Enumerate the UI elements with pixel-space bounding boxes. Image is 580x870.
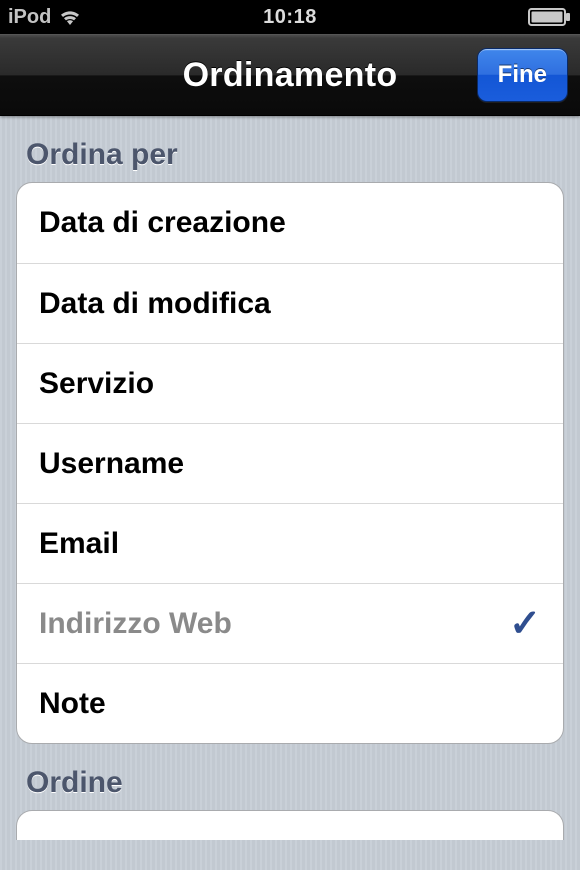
status-left: iPod bbox=[8, 6, 82, 29]
content-scroll[interactable]: Ordina per Data di creazione ✓ Data di m… bbox=[0, 116, 580, 870]
option-label: Note bbox=[39, 687, 106, 721]
screen: iPod 10:18 Ordinamento Fin bbox=[0, 0, 580, 870]
option-label: Data di creazione bbox=[39, 206, 286, 240]
wifi-icon bbox=[58, 8, 82, 26]
option-label: Servizio bbox=[39, 367, 154, 401]
option-label: Data di modifica bbox=[39, 287, 271, 321]
sort-option-service[interactable]: Servizio ✓ bbox=[17, 343, 563, 423]
option-label: Indirizzo Web bbox=[39, 607, 232, 641]
sort-option-notes[interactable]: Note ✓ bbox=[17, 663, 563, 743]
checkmark-icon: ✓ bbox=[509, 605, 541, 643]
status-time: 10:18 bbox=[0, 6, 580, 29]
sort-options-group: Data di creazione ✓ Data di modifica ✓ S… bbox=[16, 182, 564, 744]
done-button-label: Fine bbox=[498, 61, 547, 89]
battery-icon bbox=[528, 8, 572, 26]
status-bar: iPod 10:18 bbox=[0, 0, 580, 34]
option-label: Email bbox=[39, 527, 119, 561]
nav-bar: Ordinamento Fine bbox=[0, 34, 580, 116]
sort-option-weburl[interactable]: Indirizzo Web ✓ bbox=[17, 583, 563, 663]
section-header-sort-by: Ordina per bbox=[16, 116, 564, 182]
carrier-label: iPod bbox=[8, 6, 51, 29]
sort-option-username[interactable]: Username ✓ bbox=[17, 423, 563, 503]
sort-option-modified[interactable]: Data di modifica ✓ bbox=[17, 263, 563, 343]
option-label: Username bbox=[39, 447, 184, 481]
nav-title: Ordinamento bbox=[183, 56, 398, 95]
status-right bbox=[528, 8, 572, 26]
done-button[interactable]: Fine bbox=[477, 48, 568, 102]
sort-option-email[interactable]: Email ✓ bbox=[17, 503, 563, 583]
sort-option-created[interactable]: Data di creazione ✓ bbox=[17, 183, 563, 263]
order-options-group bbox=[16, 810, 564, 840]
section-header-order: Ordine bbox=[16, 744, 564, 810]
